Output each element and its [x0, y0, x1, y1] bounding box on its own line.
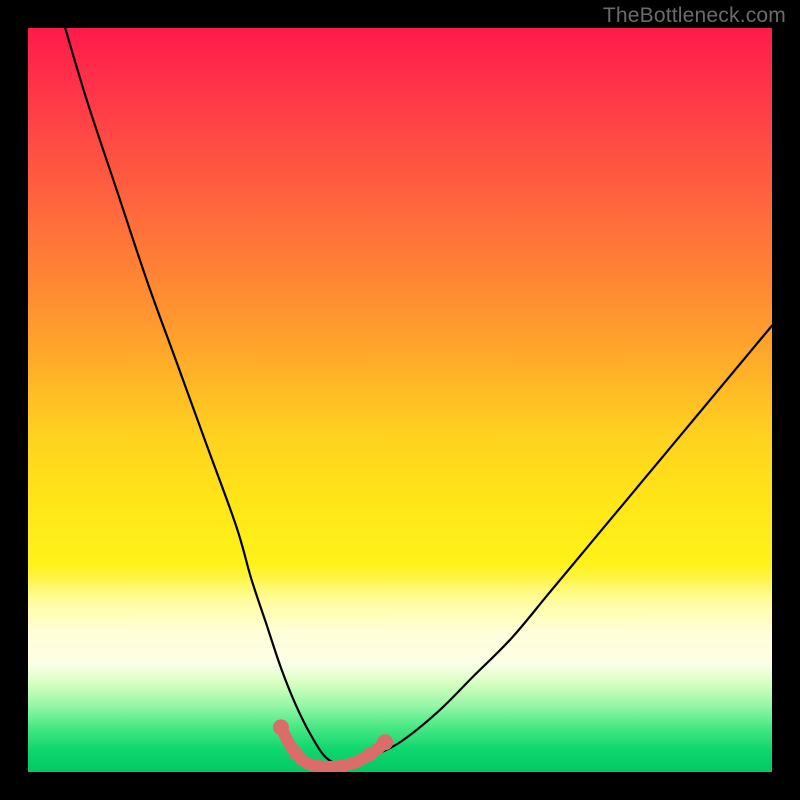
chart-svg [28, 28, 772, 772]
optimal-band-dot [289, 746, 303, 760]
optimal-band-dot [363, 747, 377, 761]
plot-area [28, 28, 772, 772]
curve-group [65, 28, 772, 767]
bottleneck-curve-line [65, 28, 772, 766]
optimal-band-dot [377, 734, 393, 750]
watermark-text: TheBottleneck.com [603, 4, 786, 28]
outer-frame: TheBottleneck.com [0, 0, 800, 800]
optimal-band-dot [273, 719, 289, 735]
